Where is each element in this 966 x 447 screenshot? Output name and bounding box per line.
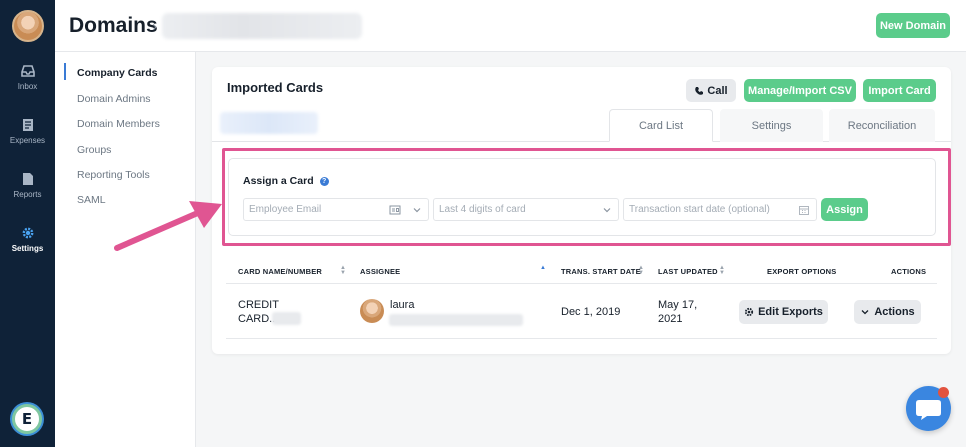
subnav-company-cards[interactable]: Company Cards [77,67,158,79]
chevron-right-icon: › [152,18,157,35]
nav-settings-label: Settings [11,244,44,253]
subnav-saml[interactable]: SAML [77,194,106,206]
assignee-avatar [360,299,384,323]
card-number-redacted [272,312,301,325]
chevron-down-icon [861,310,869,315]
edit-exports-label: Edit Exports [758,306,823,318]
nav-expenses-label: Expenses [9,136,46,145]
import-card-button[interactable]: Import Card [863,79,936,102]
nav-expenses[interactable]: Expenses [0,118,55,145]
edit-exports-button[interactable]: Edit Exports [739,300,828,324]
annotation-highlight-box [222,148,951,246]
inbox-icon [20,65,35,77]
header-divider [226,283,937,284]
call-label: Call [707,84,728,97]
nav-settings[interactable]: Settings [0,226,55,253]
new-domain-button[interactable]: New Domain [876,13,950,38]
card-name-line1: CREDIT [238,299,279,311]
page-header: Domains › New Domain [55,0,966,52]
sort-icon[interactable]: ▲ ▼ [340,265,346,276]
expensify-logo: E [12,404,42,434]
col-actions: ACTIONS [891,267,927,276]
row-divider [226,338,937,339]
manage-import-csv-button[interactable]: Manage/Import CSV [744,79,856,102]
col-trans-start-date[interactable]: TRANS. START DATE [561,267,641,276]
col-export-options: EXPORT OPTIONS [767,267,837,276]
page-title: Domains [69,14,158,37]
tab-reconciliation[interactable]: Reconciliation [829,109,935,142]
sort-icon[interactable]: ▲ ▼ [719,265,725,276]
app-rail: Inbox Expenses Reports Settings E [0,0,55,447]
user-avatar[interactable] [12,10,44,42]
subnav-domain-members[interactable]: Domain Members [77,118,160,130]
last-updated-line2: 2021 [658,313,683,325]
nav-reports-label: Reports [13,190,42,199]
annotation-arrow-icon [114,201,222,251]
panel-title: Imported Cards [227,80,324,95]
chat-support-button[interactable] [906,386,951,431]
tab-settings[interactable]: Settings [720,109,823,142]
col-assignee[interactable]: ASSIGNEE [360,267,400,276]
sort-icon[interactable]: ▲ ▼ [638,265,644,276]
imported-cards-panel: Imported Cards Call Manage/Import CSV Im… [212,67,951,354]
phone-icon [695,86,704,95]
sort-asc-icon[interactable]: ▲ [540,265,546,271]
subnav-groups[interactable]: Groups [77,144,111,156]
notification-dot [938,387,949,398]
domain-name-redacted [162,13,362,39]
tab-bar: Card List Settings Reconciliation [212,109,951,142]
col-card-name[interactable]: CARD NAME/NUMBER [238,267,322,276]
gear-icon [744,307,754,317]
active-indicator [64,63,66,80]
receipt-icon [22,119,33,131]
subnav-domain-admins[interactable]: Domain Admins [77,93,151,105]
actions-dropdown-button[interactable]: Actions [854,300,921,324]
tab-card-list[interactable]: Card List [609,109,713,142]
gear-icon [22,227,33,239]
nav-inbox-label: Inbox [17,82,38,91]
nav-inbox[interactable]: Inbox [0,64,55,91]
call-button[interactable]: Call [686,79,736,102]
document-icon [22,173,33,185]
last-updated-cell: May 17, 2021 [658,298,697,326]
nav-reports[interactable]: Reports [0,172,55,199]
assignee-email-redacted [389,314,523,326]
last-updated-line1: May 17, [658,299,698,311]
actions-label: Actions [874,306,915,318]
assignee-name: laura [390,299,415,311]
col-last-updated[interactable]: LAST UPDATED [658,267,718,276]
subnav-reporting-tools[interactable]: Reporting Tools [77,169,150,181]
trans-start-date-cell: Dec 1, 2019 [561,306,621,318]
